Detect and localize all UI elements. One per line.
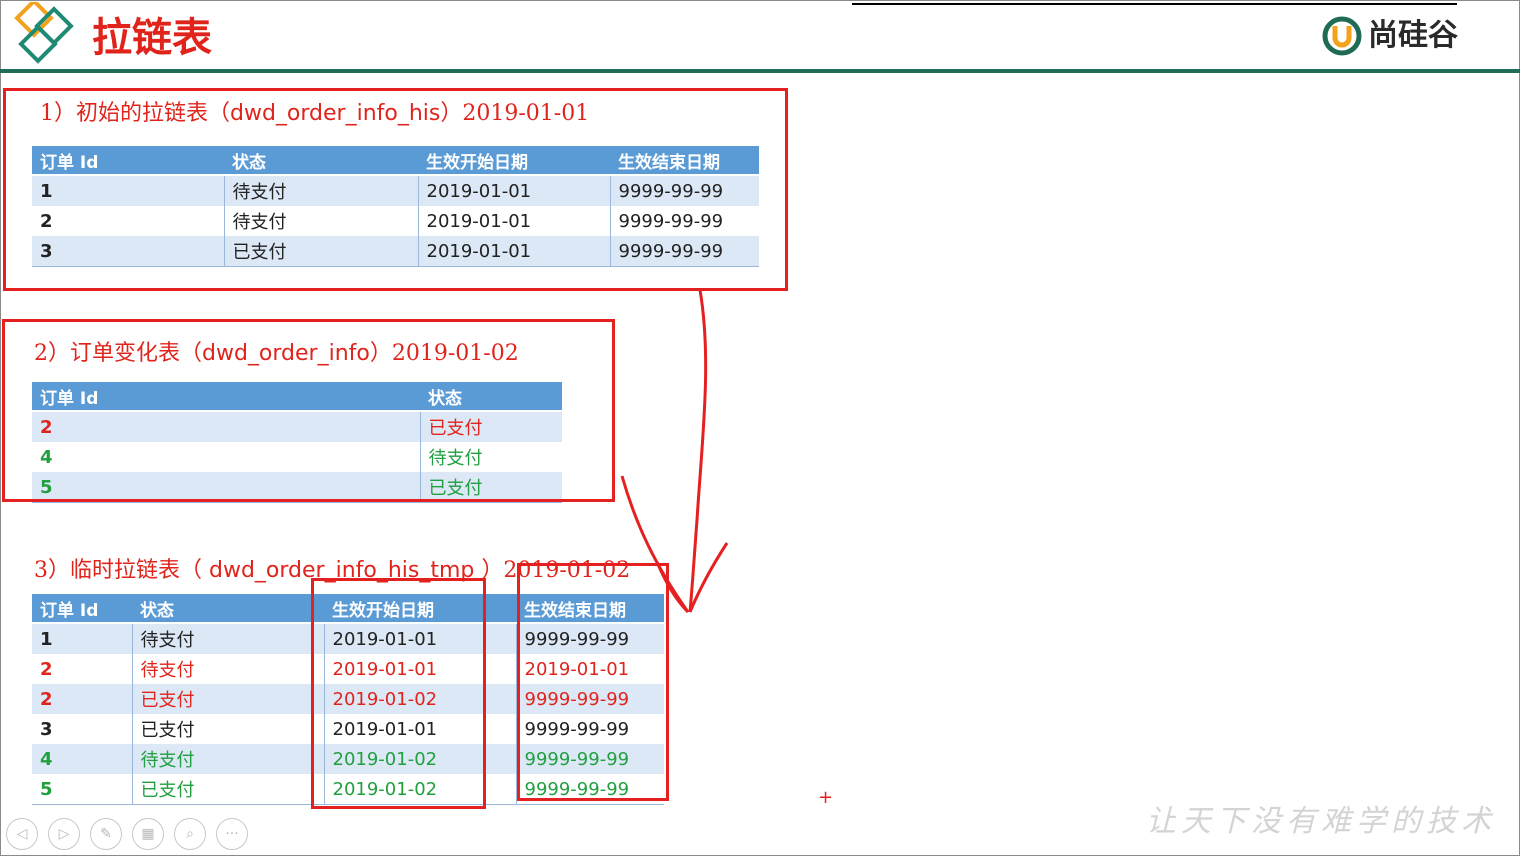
more-icon[interactable]: ···: [216, 818, 248, 850]
arrow-line-right: [688, 289, 708, 613]
zoom-icon[interactable]: ⌕: [174, 818, 206, 850]
slogan-watermark: 让天下没有难学的技术: [1146, 804, 1496, 839]
arrow-line-left: [620, 475, 690, 613]
next-icon[interactable]: ▷: [48, 818, 80, 850]
pen-icon[interactable]: ✎: [90, 818, 122, 850]
hand-drawn-arrows: [620, 289, 729, 614]
slides-icon[interactable]: ▦: [132, 818, 164, 850]
prev-icon[interactable]: ◁: [6, 818, 38, 850]
cursor-plus-icon: +: [818, 787, 834, 808]
slideshow-controls: ◁ ▷ ✎ ▦ ⌕ ···: [6, 818, 248, 850]
